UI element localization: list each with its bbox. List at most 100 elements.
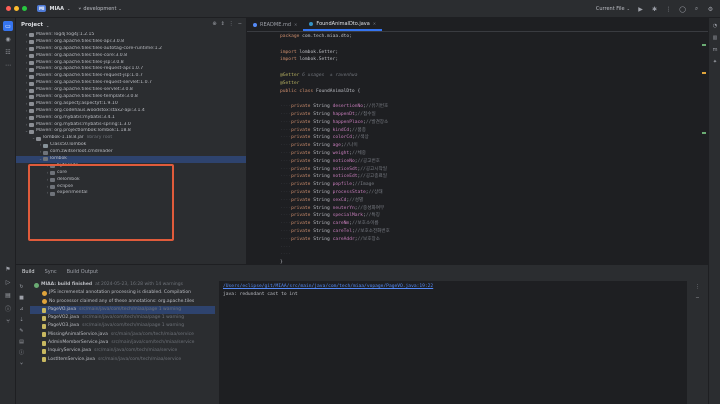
debug-icon[interactable]: ✱ [651, 6, 658, 13]
ai-assistant-icon[interactable]: ✦ [711, 58, 719, 66]
build-message-row[interactable]: PageVO.java src/main/java/com/tech/miaa/p… [30, 305, 215, 315]
pin-icon[interactable]: ✎ [18, 327, 25, 334]
account-icon[interactable]: ◯ [679, 6, 686, 13]
tree-item[interactable]: › Maven: org.apache.tiles:tiles-servlet:3… [16, 87, 246, 94]
tree-item[interactable]: › Maven: org.apache.tiles:tiles-jsp:3.0.8 [16, 60, 246, 67]
tree-item[interactable]: › Maven: org.apache.tiles:tiles-autotag-c… [16, 46, 246, 53]
problems-tool-icon[interactable]: ⓘ [3, 303, 13, 313]
branch-switcher[interactable]: ⑂ development ⌄ [78, 6, 121, 12]
code-token: String [313, 205, 333, 211]
chevron-down-icon[interactable]: ⌄ [46, 23, 49, 28]
project-tool-icon[interactable]: ▭ [3, 21, 13, 31]
build-message-row[interactable]: InquiryService.java src/main/java/com/tec… [30, 347, 215, 355]
tree-item[interactable]: › bytecode [16, 163, 246, 170]
build-panel-tab[interactable]: Sync [45, 269, 57, 275]
run-icon[interactable]: ▶ [637, 6, 644, 13]
tree-item[interactable]: › Maven: org.apache.tiles:tiles-request-j… [16, 73, 246, 80]
commit-tool-icon[interactable]: ◉ [3, 34, 13, 44]
search-icon[interactable]: ⌕ [693, 5, 700, 13]
build-message-row[interactable]: PageVO3.java src/main/java/com/tech/miaa/… [30, 322, 215, 330]
build-panel-tabs: Build Sync Build Output [16, 265, 708, 279]
close-window-button[interactable] [6, 6, 11, 11]
tree-item[interactable]: › Maven: org.apache.tiles:tiles-template:… [16, 94, 246, 101]
tree-item[interactable]: › Maven: org.apache.tiles:tiles-core:3.0.… [16, 53, 246, 60]
tree-item[interactable]: › experimental [16, 190, 246, 197]
database-icon[interactable]: ▥ [711, 34, 719, 42]
build-message-row[interactable]: JPS incremental annotation processing is… [30, 289, 215, 297]
tree-item[interactable]: › Maven: org.apache.tiles:tiles-api:3.0.8 [16, 39, 246, 46]
project-switcher[interactable]: MI MIAA ⌄ [37, 5, 70, 12]
services-tool-icon[interactable]: ⚑ [3, 264, 13, 274]
code-token: lombok.Setter; [299, 57, 339, 63]
java-file-icon [42, 349, 46, 355]
build-message-row[interactable]: No processor claimed any of these annota… [30, 298, 215, 306]
code-token: String [313, 158, 333, 164]
tree-item[interactable]: › Maven: org.mybatis:mybatis:3.4.1 [16, 115, 246, 122]
run-config-selector[interactable]: Current File ⌄ [596, 6, 630, 12]
zoom-window-button[interactable] [22, 6, 27, 11]
git-tool-icon[interactable]: ⑂ [3, 316, 13, 326]
minimize-window-button[interactable] [14, 6, 19, 11]
code-token: ···· [280, 189, 292, 195]
filter-icon[interactable]: ⊿ [18, 305, 25, 312]
more-icon[interactable]: ⋮ [694, 283, 701, 290]
code-token: //성별 [349, 197, 364, 203]
close-tab-icon[interactable]: ✕ [294, 22, 297, 27]
build-message-row[interactable]: LostItemService.java src/main/java/com/te… [30, 356, 215, 364]
build-message-row[interactable]: MIAA: build finished at 2024-05-23, 16:28… [30, 281, 215, 289]
problems-icon[interactable]: ⓘ [18, 349, 25, 356]
tree-item[interactable]: › delombok [16, 177, 246, 184]
library-icon [29, 61, 34, 65]
build-message-row[interactable]: MissingAnimalService.java src/main/java/c… [30, 331, 215, 339]
terminal-tool-icon[interactable]: ▤ [3, 290, 13, 300]
more-icon[interactable]: ⋮ [229, 21, 234, 27]
tree-item[interactable]: ⌄ lombok [16, 156, 246, 163]
notifications-icon[interactable]: ◔ [711, 22, 719, 30]
build-message-row[interactable]: PageVO2.java src/main/java/com/tech/miaa/… [30, 314, 215, 322]
build-panel-tab[interactable]: Build Output [67, 269, 99, 275]
tree-item[interactable]: › Maven: org.aspectj:aspectjrt:1.9.10 [16, 101, 246, 108]
git-icon[interactable]: ⑂ [18, 360, 25, 367]
maven-icon[interactable]: m [711, 46, 719, 54]
tree-item-label: lombok-1.18.8.jar [43, 135, 84, 141]
tree-item[interactable]: › Maven: log4j:log4j:1.2.15 [16, 32, 246, 39]
tree-item[interactable]: › com.zwitserloot.cmdreader [16, 149, 246, 156]
build-message-path: src/main/java/com/tech/miaa/page 1 warni… [82, 323, 185, 329]
settings-icon[interactable]: ⚙ [707, 6, 714, 13]
locate-icon[interactable]: ⊕ [212, 21, 216, 27]
expand-icon[interactable]: ⇣ [18, 316, 25, 323]
code-token: String [313, 166, 333, 172]
stop-icon[interactable]: ■ [18, 294, 25, 301]
rerun-icon[interactable]: ↻ [18, 283, 25, 290]
tree-item-label: Maven: org.aspectj:aspectjrt:1.9.10 [36, 100, 118, 106]
terminal-icon[interactable]: ▤ [18, 338, 25, 345]
more-icon[interactable]: ⋮ [665, 6, 672, 13]
tree-item[interactable]: › Maven: org.codehaus.woodstox:stax2-api:… [16, 108, 246, 115]
tree-item[interactable]: › Maven: org.apache.tiles:tiles-request-a… [16, 66, 246, 73]
tree-item[interactable]: ⌄ Maven: org.projectlombok:lombok:1.18.8 [16, 128, 246, 135]
build-message-row[interactable]: AdminMemberService.java src/main/java/com… [30, 339, 215, 347]
hide-icon[interactable]: − [238, 21, 242, 27]
more-tools-icon[interactable]: ⋯ [3, 60, 13, 70]
run-tool-icon[interactable]: ▷ [3, 277, 13, 287]
build-panel-tab[interactable]: Build [22, 269, 35, 275]
hide-icon[interactable]: − [694, 294, 701, 301]
code-token: ···· [280, 213, 292, 219]
tree-item[interactable]: › Maven: org.apache.tiles:tiles-request-s… [16, 80, 246, 87]
tree-item[interactable]: › eclipse [16, 184, 246, 191]
tree-item[interactable]: ⌄ lombok-1.18.8.jar library root [16, 135, 246, 142]
structure-tool-icon[interactable]: ☷ [3, 47, 13, 57]
code-token: ···· [280, 228, 292, 234]
editor-tab[interactable]: FoundAnimalDto.java ✕ [303, 18, 383, 31]
source-location-link[interactable]: /Users/eclipse/git/MIAA/src/main/java/co… [223, 284, 433, 289]
editor-tab[interactable]: README.md ✕ [247, 18, 303, 31]
code-line: ····private String careTel;//보호소전화번호 [280, 228, 700, 236]
code-area[interactable]: package com.tech.miaa.dto; import lombok.… [280, 33, 700, 267]
library-icon [29, 54, 34, 59]
tree-item[interactable]: › Maven: org.mybatis:mybatis-spring:1.3.0 [16, 122, 246, 129]
close-tab-icon[interactable]: ✕ [373, 21, 376, 26]
tree-item-label: Maven: org.mybatis:mybatis-spring:1.3.0 [36, 121, 131, 127]
tree-item[interactable]: › Class50.lombok [16, 142, 246, 149]
tree-item[interactable]: › core [16, 170, 246, 177]
collapse-all-icon[interactable]: ⇕ [221, 21, 225, 27]
